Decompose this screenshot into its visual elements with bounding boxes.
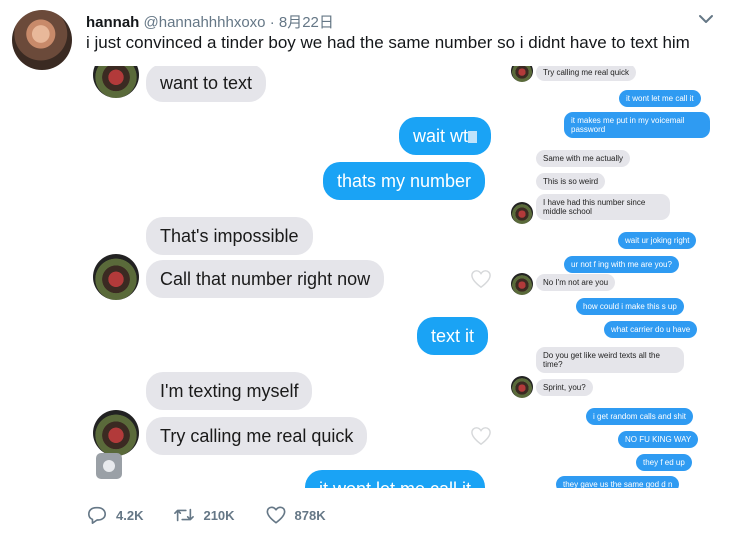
like-count: 878K [294,507,326,523]
heart-icon [266,506,286,524]
contact-avatar [93,254,139,300]
retweet-count: 210K [203,507,235,523]
contact-avatar [511,376,533,398]
message-bubble-outgoing: they f ed up [636,454,692,472]
contact-avatar [93,66,139,98]
message-bubble-outgoing: thats my number [323,162,486,200]
heart-icon[interactable] [470,426,492,446]
display-name[interactable]: hannah [86,14,139,31]
contact-avatar [511,273,533,295]
tweet-header: hannah @hannahhhhxoxo · 8月22日 [86,11,334,32]
message-bubble-outgoing: wait wt [399,117,492,155]
message-bubble-outgoing: NO FU KING WAY [618,431,699,449]
message-bubble-incoming: want to text [146,66,267,102]
user-handle[interactable]: @hannahhhhxoxo [144,14,266,31]
chat-screenshot-left: want to text wait wt thats my number Tha… [86,66,502,488]
message-bubble-outgoing: they gave us the same god d n [556,476,680,488]
message-bubble-incoming: I have had this number since middle scho… [536,194,670,221]
author-avatar[interactable] [12,10,72,70]
message-bubble-incoming: That's impossible [146,217,313,255]
message-bubble-incoming: Do you get like weird texts all the time… [536,347,684,374]
message-bubble-incoming: Call that number right now [146,260,385,298]
message-bubble-outgoing: i get random calls and shit [586,408,693,426]
message-bubble-incoming: Try calling me real quick [146,417,368,455]
message-bubble-outgoing: what carrier do u have [604,321,698,339]
emoji-icon [96,453,122,479]
tweet-text: i just convinced a tinder boy we had the… [86,33,690,52]
message-bubble-outgoing: it wont let me call it [619,90,701,108]
tweet-date[interactable]: 8月22日 [279,14,334,31]
message-bubble-outgoing: it makes me put in my voicemail password [564,112,710,139]
message-bubble-outgoing: text it [417,317,489,355]
message-bubble-outgoing: it wont let me call it [305,470,486,488]
message-bubble-incoming: Try calling me real quick [536,66,636,82]
chat-screenshot-right: Try calling me real quick it wont let me… [504,66,716,488]
message-bubble-incoming: This is so weird [536,173,606,191]
tweet-media[interactable]: want to text wait wt thats my number Tha… [86,66,716,488]
tweet-actions: 4.2K 210K 878K [86,505,356,525]
message-bubble-outgoing: how could i make this s up [576,298,684,316]
reply-button[interactable]: 4.2K [86,505,143,525]
message-text: wait wt [413,126,469,146]
chevron-down-icon[interactable] [697,10,715,28]
retweet-icon [174,508,195,522]
message-bubble-incoming: I'm texting myself [146,372,313,410]
message-bubble-outgoing: wait ur joking right [618,232,697,250]
message-bubble-outgoing: ur not f ing with me are you? [564,256,679,274]
contact-avatar [511,202,533,224]
reply-icon [88,506,106,524]
contact-avatar [511,66,533,82]
retweet-button[interactable]: 210K [173,505,235,525]
message-bubble-incoming: Sprint, you? [536,379,593,397]
contact-avatar [93,410,139,456]
like-button[interactable]: 878K [265,505,326,525]
message-bubble-incoming: No I'm not are you [536,274,616,292]
reply-count: 4.2K [116,507,144,523]
censor-block [468,131,478,144]
heart-icon[interactable] [470,269,492,289]
message-bubble-incoming: Same with me actually [536,150,631,168]
header-separator: · [269,14,275,31]
